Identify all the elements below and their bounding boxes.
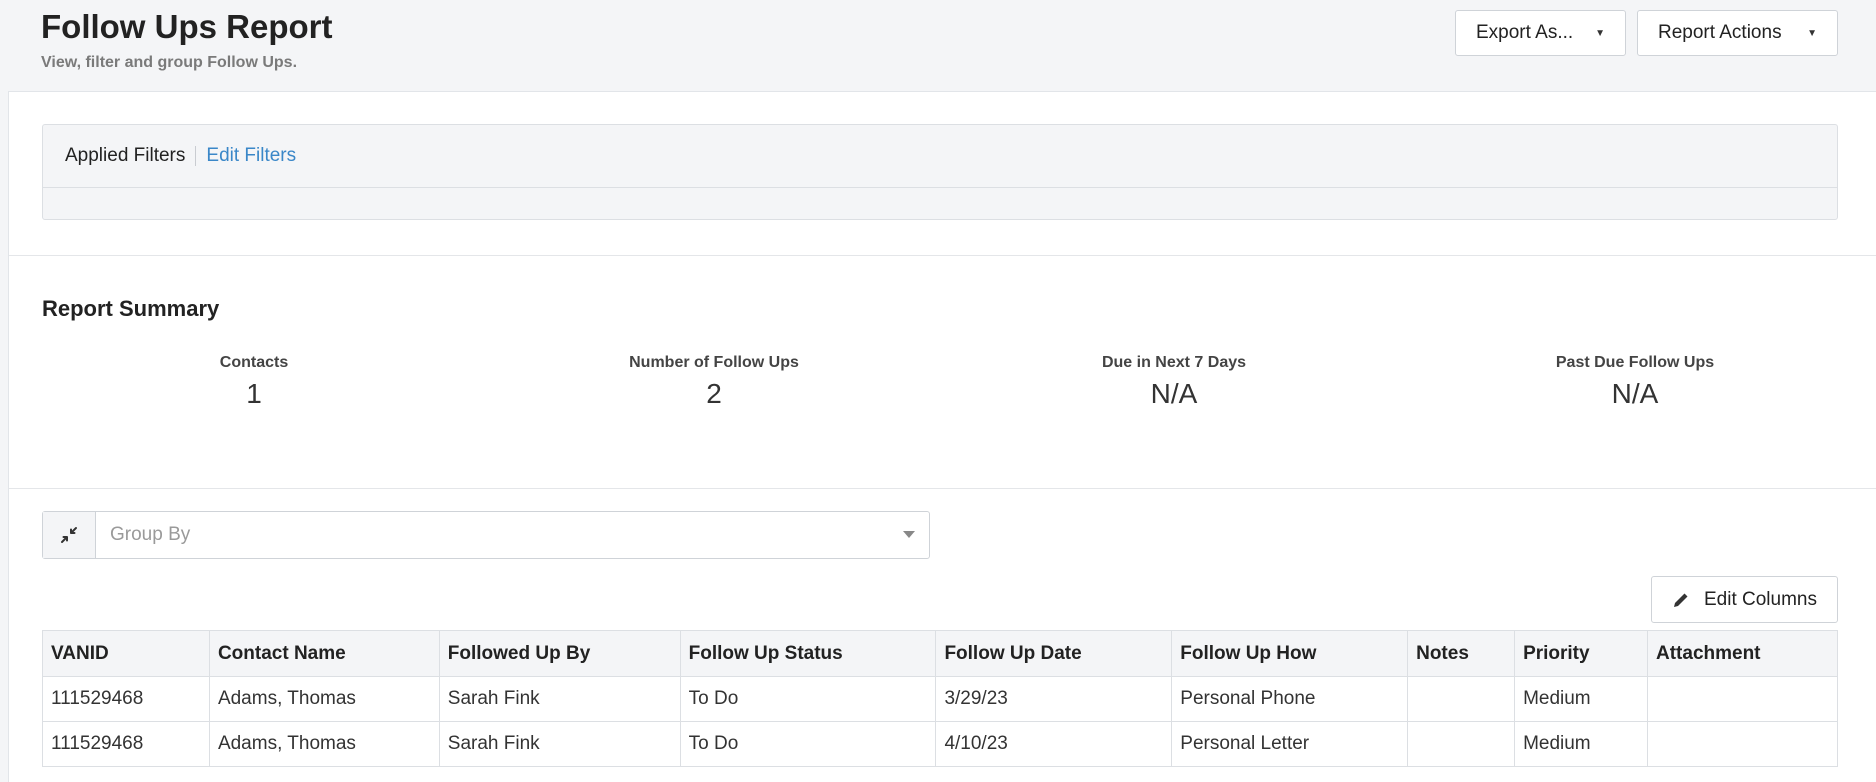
cell-follow-up-date: 3/29/23 xyxy=(935,676,1173,722)
column-header-follow-up-how[interactable]: Follow Up How xyxy=(1171,630,1409,677)
table-row: 111529468 Adams, Thomas Sarah Fink To Do… xyxy=(42,676,1838,722)
caret-down-icon: ▼ xyxy=(1807,27,1817,39)
page-subtitle: View, filter and group Follow Ups. xyxy=(41,54,298,71)
stat-value: 2 xyxy=(706,378,722,409)
cell-follow-up-how: Personal Letter xyxy=(1171,721,1409,767)
column-header-vanid[interactable]: VANID xyxy=(42,630,210,677)
cell-vanid: 111529468 xyxy=(42,676,210,722)
column-header-contact-name[interactable]: Contact Name xyxy=(208,630,440,677)
stat-value: N/A xyxy=(1150,378,1198,409)
export-as-label: Export As... xyxy=(1476,22,1574,43)
report-summary-title: Report Summary xyxy=(42,296,220,321)
stat-follow-ups: Number of Follow Ups 2 xyxy=(564,354,864,410)
stat-contacts: Contacts 1 xyxy=(104,354,404,410)
applied-filters-label: Applied Filters xyxy=(65,145,186,166)
cell-notes xyxy=(1407,676,1516,722)
stat-due-next-7-days: Due in Next 7 Days N/A xyxy=(1024,354,1324,410)
cell-followed-up-by: Sarah Fink xyxy=(438,676,681,722)
section-divider xyxy=(9,255,1876,256)
cell-attachment xyxy=(1647,676,1838,722)
column-header-priority[interactable]: Priority xyxy=(1514,630,1648,677)
collapse-arrows-icon xyxy=(61,527,77,543)
page-header: Follow Ups Report View, filter and group… xyxy=(0,0,1876,92)
cell-followed-up-by: Sarah Fink xyxy=(438,721,681,767)
cell-attachment xyxy=(1647,721,1838,767)
applied-filters-panel: Applied Filters Edit Filters xyxy=(42,124,1838,220)
stat-past-due: Past Due Follow Ups N/A xyxy=(1485,354,1785,410)
follow-ups-table: VANID Contact Name Followed Up By Follow… xyxy=(42,630,1838,767)
cell-contact-name-link[interactable]: Adams, Thomas xyxy=(208,676,440,722)
cell-follow-up-date: 4/10/23 xyxy=(935,721,1173,767)
cell-follow-up-how: Personal Phone xyxy=(1171,676,1409,722)
stat-value: N/A xyxy=(1611,378,1659,409)
export-as-button[interactable]: Export As... ▼ xyxy=(1455,10,1626,56)
stat-label: Number of Follow Ups xyxy=(629,354,799,371)
edit-filters-link[interactable]: Edit Filters xyxy=(206,145,296,167)
cell-vanid: 111529468 xyxy=(42,721,210,767)
cell-priority: Medium xyxy=(1514,721,1648,767)
cell-follow-up-status-link[interactable]: To Do xyxy=(679,721,937,767)
column-header-followed-up-by[interactable]: Followed Up By xyxy=(438,630,681,677)
collapse-groups-button[interactable] xyxy=(43,512,96,558)
column-header-follow-up-status[interactable]: Follow Up Status xyxy=(679,630,937,677)
stat-label: Due in Next 7 Days xyxy=(1101,354,1247,371)
edit-columns-button[interactable]: Edit Columns xyxy=(1651,576,1838,623)
edit-columns-label: Edit Columns xyxy=(1704,588,1817,610)
group-by-select[interactable] xyxy=(42,511,930,559)
dropdown-caret-icon[interactable] xyxy=(889,512,929,558)
stat-label: Past Due Follow Ups xyxy=(1555,354,1715,371)
divider xyxy=(195,146,197,166)
cell-follow-up-status-link[interactable]: To Do xyxy=(679,676,937,722)
caret-down-icon: ▼ xyxy=(1595,27,1605,39)
cell-priority: Medium xyxy=(1514,676,1648,722)
table-row: 111529468 Adams, Thomas Sarah Fink To Do… xyxy=(42,721,1838,767)
pencil-icon xyxy=(1674,593,1688,607)
stat-label: Contacts xyxy=(219,354,289,371)
report-actions-label: Report Actions xyxy=(1658,22,1782,43)
column-header-follow-up-date[interactable]: Follow Up Date xyxy=(935,630,1173,677)
section-divider xyxy=(9,488,1876,489)
table-header-row: VANID Contact Name Followed Up By Follow… xyxy=(42,630,1838,677)
stat-value: 1 xyxy=(246,378,262,409)
report-actions-button[interactable]: Report Actions ▼ xyxy=(1637,10,1838,56)
cell-notes xyxy=(1407,721,1516,767)
cell-contact-name-link[interactable]: Adams, Thomas xyxy=(208,721,440,767)
column-header-attachment[interactable]: Attachment xyxy=(1647,630,1838,677)
page-title: Follow Ups Report xyxy=(41,8,333,45)
column-header-notes[interactable]: Notes xyxy=(1407,630,1516,677)
group-by-input[interactable] xyxy=(96,512,889,558)
report-card: Applied Filters Edit Filters Report Summ… xyxy=(8,91,1876,782)
